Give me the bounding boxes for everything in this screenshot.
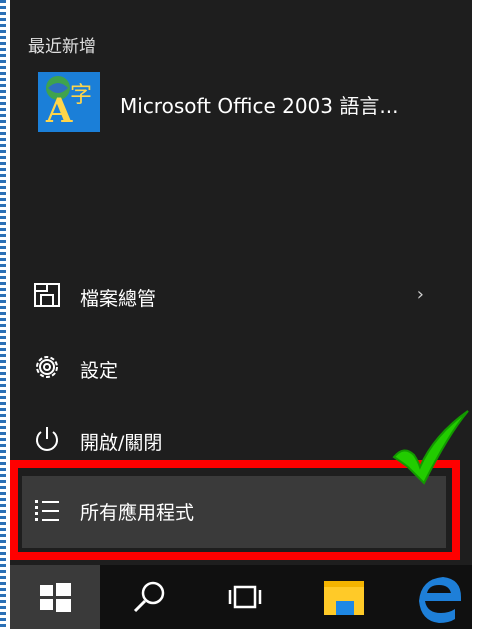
recent-app-item[interactable]: A 字 Microsoft Office 2003 語言...: [10, 62, 472, 146]
file-explorer-taskbar-button[interactable]: [300, 565, 390, 629]
svg-text:A: A: [45, 91, 73, 131]
taskbar: [10, 565, 472, 629]
selection-border: [0, 0, 6, 629]
menu-item-settings[interactable]: 設定: [10, 336, 472, 400]
checkmark-icon: [388, 405, 474, 491]
menu-item-label: 檔案總管: [80, 288, 157, 310]
folder-icon: [324, 581, 364, 615]
recent-app-name: Microsoft Office 2003 語言...: [120, 94, 399, 118]
svg-text:字: 字: [70, 83, 92, 108]
menu-item-label: 開啟/關閉: [80, 432, 163, 454]
file-explorer-icon: [32, 280, 62, 310]
office-language-icon: A 字: [38, 72, 100, 132]
task-view-icon: [228, 585, 262, 609]
recently-added-header: 最近新增: [28, 37, 96, 57]
search-icon: [133, 581, 165, 613]
power-icon: [32, 424, 62, 454]
start-button[interactable]: [10, 565, 100, 629]
edge-button[interactable]: [395, 565, 480, 629]
gear-icon: [32, 352, 62, 382]
menu-item-file-explorer[interactable]: 檔案總管 ›: [10, 264, 472, 328]
search-button[interactable]: [105, 565, 195, 629]
chevron-right-icon: ›: [416, 284, 424, 305]
menu-item-label: 設定: [80, 360, 119, 382]
windows-start-icon: [40, 583, 71, 612]
edge-icon: [419, 577, 461, 623]
task-view-button[interactable]: [205, 565, 295, 629]
